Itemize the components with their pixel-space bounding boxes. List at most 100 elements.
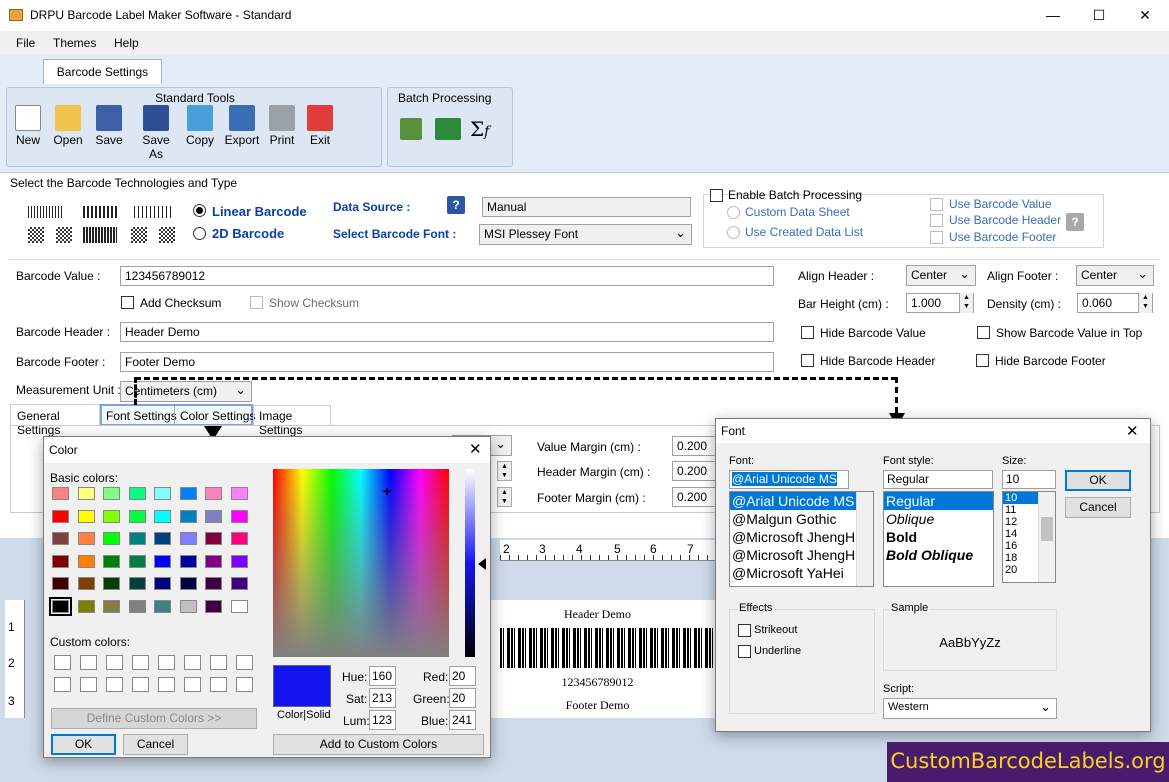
color-swatch[interactable] [154,532,171,545]
color-swatch[interactable] [49,596,72,616]
barcode-footer-input[interactable]: Footer Demo [120,352,774,372]
color-swatch[interactable] [128,554,146,568]
color-swatch[interactable] [179,577,197,590]
color-swatch[interactable] [154,577,171,590]
data-source-field[interactable]: Manual [482,197,691,217]
color-swatch[interactable] [205,532,222,545]
color-swatch[interactable] [205,509,222,523]
size-list[interactable]: 10 11 12 14 16 18 20 [1002,491,1056,583]
maximize-button[interactable]: ☐ [1076,0,1122,31]
font-dialog-close-icon[interactable]: ✕ [1126,422,1139,440]
color-swatch[interactable] [179,554,197,568]
color-swatch[interactable] [77,487,95,500]
green-input[interactable]: 20 [449,688,476,708]
color-swatch[interactable] [179,599,197,613]
color-spectrum-picker[interactable]: + [273,469,449,657]
color-cancel-button[interactable]: Cancel [123,734,188,755]
color-swatch[interactable] [52,554,69,568]
color-swatch[interactable] [52,532,69,545]
custom-color-slot[interactable] [158,677,175,692]
font-list-item[interactable]: @Microsoft JhengH [730,528,856,546]
exit-button[interactable]: Exit [306,105,334,147]
color-swatch[interactable] [179,509,197,523]
size-item[interactable]: 10 [1003,492,1039,504]
luminance-arrow-icon[interactable] [478,558,486,570]
barcode-header-input[interactable]: Header Demo [120,322,774,342]
custom-color-slot[interactable] [184,655,201,670]
barcode-font-select[interactable]: MSI Plessey Font [479,224,692,245]
use-barcode-footer-checkbox[interactable] [930,231,943,244]
2d-barcode-radio[interactable] [193,227,206,240]
font-style-item[interactable]: Oblique [884,510,993,528]
color-swatch[interactable] [52,577,69,590]
color-swatch[interactable] [205,487,222,500]
color-swatch[interactable] [103,509,120,523]
color-swatch[interactable] [230,509,248,523]
density-input[interactable]: 0.060 ▲ ▼ [1077,293,1153,313]
edit-batch-icon[interactable] [400,118,422,140]
excel-import-icon[interactable] [435,118,461,140]
custom-color-slot[interactable] [106,677,123,692]
copy-button[interactable]: Copy [185,105,215,147]
hide-barcode-header-checkbox[interactable] [801,354,814,367]
add-to-custom-colors-button[interactable]: Add to Custom Colors [273,734,484,755]
color-dialog-close-icon[interactable]: ✕ [469,440,482,458]
color-swatch[interactable] [103,532,120,545]
custom-color-slot[interactable] [158,655,175,670]
hide-barcode-value-checkbox[interactable] [801,326,814,339]
minimize-button[interactable]: — [1030,0,1076,31]
lum-input[interactable]: 123 [369,710,396,730]
color-swatch[interactable] [128,509,146,523]
color-swatch[interactable] [154,554,171,568]
align-footer-select[interactable]: Center [1076,265,1154,286]
color-swatch[interactable] [230,554,248,568]
color-swatch[interactable] [205,554,222,568]
color-swatch[interactable] [154,509,171,523]
linear-barcode-radio[interactable] [193,204,206,217]
tab-image-settings[interactable]: Image Settings [253,405,331,437]
custom-color-slot[interactable] [80,655,97,670]
color-swatch[interactable] [179,487,197,500]
custom-color-slot[interactable] [184,677,201,692]
save-as-button[interactable]: Save As [134,105,178,161]
custom-color-slot[interactable] [106,655,123,670]
show-value-top-checkbox[interactable] [977,326,990,339]
color-swatch[interactable] [77,577,95,590]
color-swatch[interactable] [103,577,120,590]
font-style-input[interactable]: Regular [883,470,993,489]
font-list-item[interactable]: @Malgun Gothic [730,510,856,528]
custom-color-slot[interactable] [236,655,253,670]
color-swatch[interactable] [230,599,248,613]
color-swatch[interactable] [52,509,69,523]
menu-file[interactable]: File [16,36,35,50]
barcode-value-input[interactable]: 123456789012 [120,266,774,286]
color-swatch[interactable] [205,577,222,590]
size-list-scrollbar[interactable] [1038,492,1055,582]
bar-height-input[interactable]: 1.000 ▲ ▼ [906,293,974,313]
color-swatch[interactable] [128,532,146,545]
menu-help[interactable]: Help [114,36,139,50]
hide-barcode-footer-checkbox[interactable] [976,354,989,367]
define-custom-colors-button[interactable]: Define Custom Colors >> [51,708,257,729]
created-data-list-radio[interactable] [727,226,740,239]
luminance-slider[interactable] [465,469,475,657]
color-swatch[interactable] [103,487,120,500]
header-margin-input[interactable]: 0.200 [672,461,720,481]
font-style-item[interactable]: Regular [884,492,993,510]
font-style-item[interactable]: Bold [884,528,993,546]
formula-icon[interactable]: Σf [470,117,489,141]
size-input[interactable]: 10 [1002,470,1056,489]
export-button[interactable]: Export [224,105,260,147]
color-swatch[interactable] [128,577,146,590]
add-checksum-checkbox[interactable] [121,296,134,309]
font-list-item[interactable]: @Arial Unicode MS [730,492,856,510]
batch-help-icon[interactable]: ? [1066,213,1084,231]
custom-color-slot[interactable] [236,677,253,692]
color-swatch[interactable] [230,532,248,545]
color-swatch[interactable] [77,509,95,523]
custom-data-sheet-radio[interactable] [727,206,740,219]
barcode-label-canvas[interactable]: Header Demo 123456789012 Footer Demo [490,600,715,718]
footer-margin-input[interactable]: 0.200 [672,487,720,507]
color-swatch[interactable] [77,599,95,613]
font-style-list[interactable]: Regular Oblique Bold Bold Oblique [883,491,994,587]
